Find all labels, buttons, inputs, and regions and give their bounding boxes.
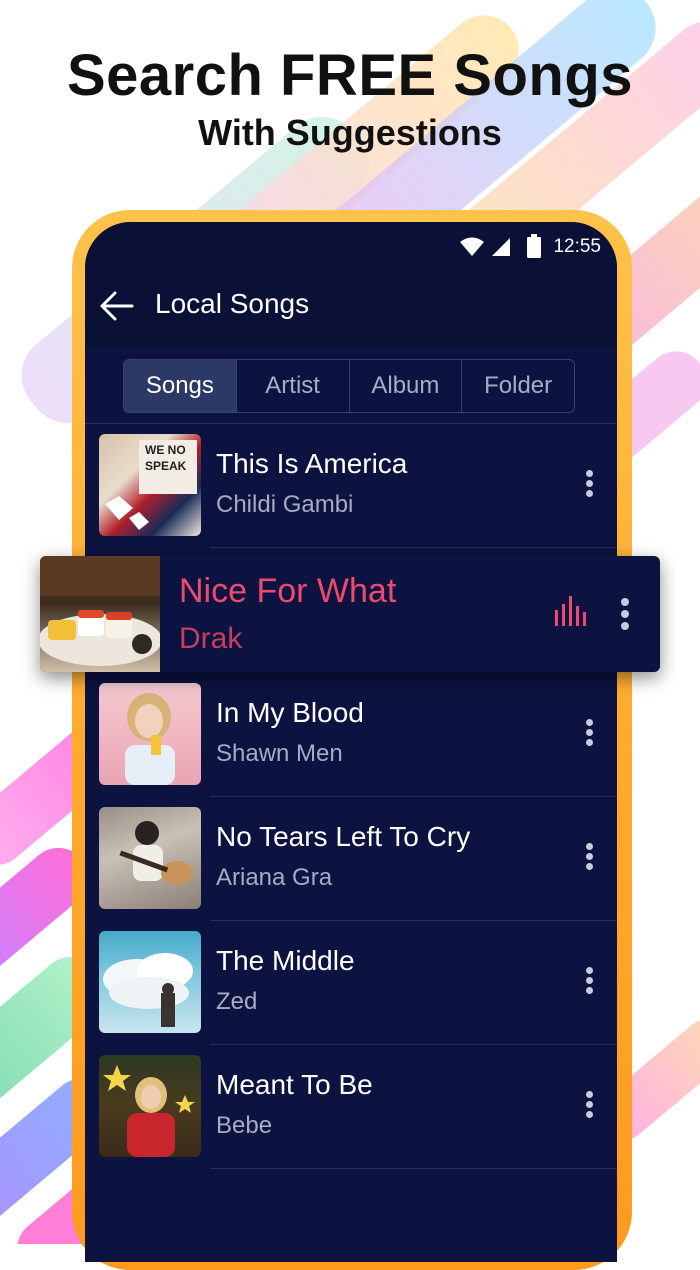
equalizer-icon xyxy=(555,596,586,626)
app-screen: 12:55 Local Songs Songs Artist Album Fol… xyxy=(85,222,617,1262)
album-art xyxy=(99,1055,201,1157)
song-title: No Tears Left To Cry xyxy=(216,821,471,852)
album-art xyxy=(40,556,160,672)
album-art xyxy=(99,931,201,1033)
song-artist: Shawn Men xyxy=(216,740,343,767)
song-title: Meant To Be xyxy=(216,1069,373,1100)
tab-songs[interactable]: Songs xyxy=(124,360,237,412)
more-options-icon[interactable] xyxy=(579,965,599,997)
promo-headline: Search FREE Songs xyxy=(66,43,634,108)
promo-subheadline: With Suggestions xyxy=(198,112,502,153)
song-artist: Bebe xyxy=(216,1112,273,1139)
tab-artist[interactable]: Artist xyxy=(237,360,350,412)
divider xyxy=(210,547,617,548)
svg-text:SPEAK: SPEAK xyxy=(145,459,187,473)
wifi-icon xyxy=(460,237,484,256)
list-item[interactable]: In My Blood Shawn Men xyxy=(85,673,617,797)
song-title: The Middle xyxy=(216,945,355,976)
more-options-icon[interactable] xyxy=(579,841,599,873)
battery-icon xyxy=(527,234,541,258)
divider xyxy=(210,1168,617,1169)
song-title: Nice For What xyxy=(179,572,397,610)
signal-icon xyxy=(492,238,510,256)
status-bar: 12:55 xyxy=(85,222,617,270)
list-item[interactable]: Meant To Be Bebe xyxy=(85,1045,617,1169)
list-item[interactable]: No Tears Left To Cry Ariana Gra xyxy=(85,797,617,921)
song-title: In My Blood xyxy=(216,697,364,728)
list-item[interactable]: WE NO SPEAK This Is America Childi Gambi xyxy=(85,424,617,548)
svg-text:WE NO: WE NO xyxy=(145,443,186,457)
more-options-icon[interactable] xyxy=(614,596,634,632)
tab-folder[interactable]: Folder xyxy=(462,360,574,412)
list-item[interactable]: The Middle Zed xyxy=(85,921,617,1045)
song-title: This Is America xyxy=(216,448,408,479)
song-artist: Ariana Gra xyxy=(216,864,333,891)
album-art: WE NO SPEAK xyxy=(99,434,201,536)
status-time: 12:55 xyxy=(553,236,601,257)
song-artist: Drak xyxy=(179,622,243,655)
album-art xyxy=(99,807,201,909)
arrow-left-icon[interactable] xyxy=(99,288,135,324)
page-title: Local Songs xyxy=(155,288,310,319)
tab-album[interactable]: Album xyxy=(350,360,463,412)
more-options-icon[interactable] xyxy=(579,1089,599,1121)
more-options-icon[interactable] xyxy=(579,717,599,749)
tab-bar: Songs Artist Album Folder xyxy=(123,359,575,413)
now-playing-card[interactable]: Nice For What Drak xyxy=(40,556,660,672)
song-artist: Zed xyxy=(216,988,258,1015)
more-options-icon[interactable] xyxy=(579,468,599,500)
song-artist: Childi Gambi xyxy=(216,491,354,518)
album-art xyxy=(99,683,201,785)
app-bar: Local Songs xyxy=(85,270,617,348)
